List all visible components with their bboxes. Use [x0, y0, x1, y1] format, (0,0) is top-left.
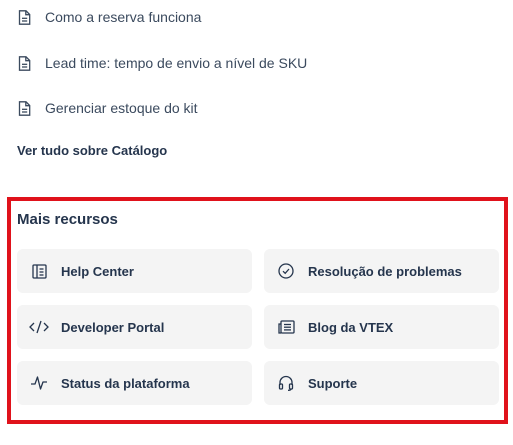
help-center-card[interactable]: Help Center [17, 249, 252, 293]
developer-portal-label: Developer Portal [61, 319, 165, 335]
doc-link-label: Como a reserva funciona [45, 9, 202, 25]
vtex-blog-card[interactable]: Blog da VTEX [264, 305, 499, 349]
resources-section-title: Mais recursos [17, 211, 118, 228]
newspaper-icon [276, 317, 296, 337]
see-all-catalog-link[interactable]: Ver tudo sobre Catálogo [17, 143, 167, 158]
doc-link-lead-time[interactable]: Lead time: tempo de envio a nível de SKU [17, 53, 307, 73]
document-icon [17, 55, 31, 71]
document-icon [17, 100, 31, 116]
code-icon [29, 317, 49, 337]
help-center-label: Help Center [61, 263, 134, 279]
vtex-blog-label: Blog da VTEX [308, 319, 394, 335]
developer-portal-card[interactable]: Developer Portal [17, 305, 252, 349]
pulse-icon [29, 373, 49, 393]
platform-status-card[interactable]: Status da plataforma [17, 361, 252, 405]
doc-link-label: Lead time: tempo de envio a nível de SKU [45, 55, 308, 71]
platform-status-label: Status da plataforma [61, 375, 190, 391]
troubleshooting-label: Resolução de problemas [308, 263, 462, 279]
check-circle-icon [276, 261, 296, 281]
document-icon [17, 9, 31, 25]
doc-link-estoque-kit[interactable]: Gerenciar estoque do kit [17, 98, 198, 118]
doc-link-label: Gerenciar estoque do kit [45, 100, 198, 116]
help-center-icon [29, 261, 49, 281]
headset-icon [276, 373, 296, 393]
support-card[interactable]: Suporte [264, 361, 499, 405]
support-label: Suporte [308, 375, 358, 391]
doc-link-reserva[interactable]: Como a reserva funciona [17, 7, 201, 27]
troubleshooting-card[interactable]: Resolução de problemas [264, 249, 499, 293]
